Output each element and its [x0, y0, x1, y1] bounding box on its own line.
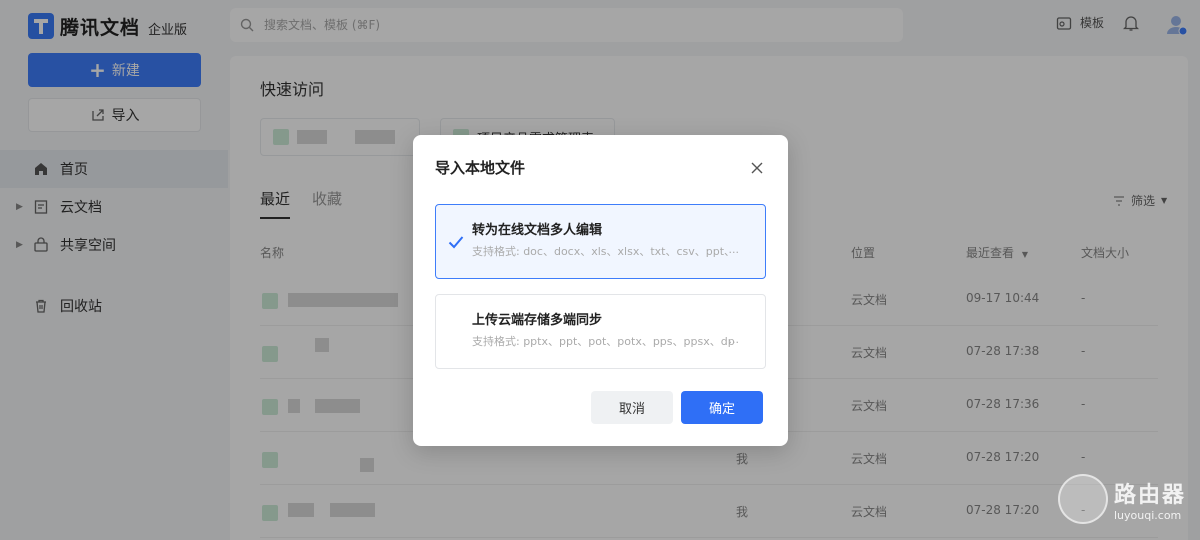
- import-option-cloud-upload[interactable]: 上传云端存储多端同步 支持格式: pptx、ppt、pot、potx、pps、p…: [435, 294, 766, 369]
- import-dialog: 导入本地文件 转为在线文档多人编辑 支持格式: doc、docx、xls、xls…: [413, 135, 788, 446]
- checkmark-icon: [448, 236, 464, 249]
- close-icon[interactable]: [750, 161, 764, 175]
- dialog-title: 导入本地文件: [435, 159, 526, 177]
- option-description: 支持格式: doc、docx、xls、xlsx、txt、csv、ppt、: [472, 245, 736, 258]
- watermark-text: 路由器: [1114, 482, 1187, 508]
- import-option-online-edit[interactable]: 转为在线文档多人编辑 支持格式: doc、docx、xls、xlsx、txt、c…: [435, 204, 766, 279]
- option-ellipsis: ...: [728, 333, 740, 346]
- option-title: 上传云端存储多端同步: [472, 313, 603, 328]
- option-title: 转为在线文档多人编辑: [472, 223, 603, 238]
- option-ellipsis: ...: [728, 243, 740, 256]
- confirm-button[interactable]: 确定: [681, 391, 763, 424]
- watermark: 路由器 luyouqi.com: [1058, 474, 1186, 524]
- option-description: 支持格式: pptx、ppt、pot、potx、pps、ppsx、dp: [472, 335, 735, 348]
- watermark-logo-icon: [1058, 474, 1108, 524]
- watermark-url: luyouqi.com: [1114, 508, 1182, 522]
- cancel-button[interactable]: 取消: [591, 391, 673, 424]
